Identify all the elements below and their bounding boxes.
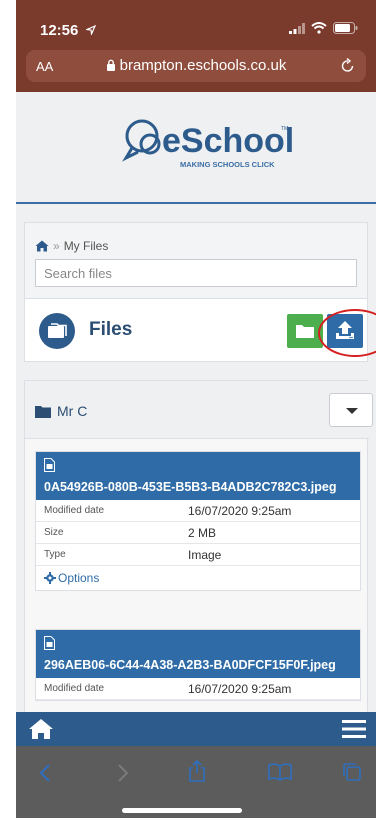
meta-label: Size xyxy=(44,527,64,538)
breadcrumb-current: My Files xyxy=(63,239,109,253)
site-header: eSchools TM MAKING SCHOOLS CLICK xyxy=(16,92,376,204)
options-link[interactable]: Options xyxy=(36,566,360,590)
meta-row-size: Size 2 MB xyxy=(36,522,360,544)
meta-value: 16/07/2020 9:25am xyxy=(188,504,292,518)
signal-icon xyxy=(289,22,305,34)
home-icon[interactable] xyxy=(28,718,54,740)
breadcrumb-separator: » xyxy=(53,239,60,253)
file-name[interactable]: 296AEB06-6C44-4A38-A2B3-BA0DFCF15F0F.jpe… xyxy=(44,658,336,672)
image-file-icon xyxy=(44,636,55,650)
file-card: 0A54926B-080B-453E-B5B3-B4ADB2C782C3.jpe… xyxy=(35,451,361,591)
meta-value: 16/07/2020 9:25am xyxy=(188,682,292,696)
folder-stack-icon xyxy=(39,313,75,349)
file-card: 296AEB06-6C44-4A38-A2B3-BA0DFCF15F0F.jpe… xyxy=(35,629,361,701)
battery-icon xyxy=(333,22,358,34)
file-card-header[interactable]: 0A54926B-080B-453E-B5B3-B4ADB2C782C3.jpe… xyxy=(36,452,360,500)
folder-label: Mr C xyxy=(35,403,87,419)
location-arrow-icon xyxy=(84,24,96,37)
meta-value: 2 MB xyxy=(188,526,217,540)
file-name[interactable]: 0A54926B-080B-453E-B5B3-B4ADB2C782C3.jpe… xyxy=(44,480,337,494)
files-header-panel: Files xyxy=(24,298,368,362)
search-input[interactable] xyxy=(35,259,357,287)
folder-section: Mr C 0A54926B-080B-453E-B5B3-B4ADB2C782C… xyxy=(24,380,373,740)
cog-icon xyxy=(44,572,56,584)
lock-icon xyxy=(106,59,115,71)
wifi-icon xyxy=(311,22,327,34)
folder-name: Mr C xyxy=(57,403,88,419)
status-bar: 12:56 xyxy=(16,0,376,46)
hamburger-menu-icon[interactable] xyxy=(342,719,366,739)
site-bottom-nav xyxy=(16,712,376,746)
meta-row-modified: Modified date 16/07/2020 9:25am xyxy=(36,500,360,522)
url-field[interactable]: brampton.eschools.co.uk xyxy=(26,57,366,74)
home-icon[interactable] xyxy=(35,240,49,252)
tabs-icon[interactable] xyxy=(342,762,362,782)
status-icons xyxy=(289,22,358,34)
browser-chrome: 12:56 AA brampton.eschools.co.uk xyxy=(16,0,376,92)
meta-row-type: Type Image xyxy=(36,544,360,566)
caret-down-icon xyxy=(346,408,358,414)
clock: 12:56 xyxy=(40,22,96,39)
home-indicator xyxy=(122,808,242,813)
logo-tagline: MAKING SCHOOLS CLICK xyxy=(180,160,275,169)
folder-icon xyxy=(35,405,51,418)
meta-value: Image xyxy=(188,548,222,562)
forward-icon[interactable] xyxy=(116,764,130,782)
clock-text: 12:56 xyxy=(40,22,79,39)
options-label: Options xyxy=(58,571,100,585)
address-bar[interactable]: AA brampton.eschools.co.uk xyxy=(26,50,366,82)
share-icon[interactable] xyxy=(188,760,206,782)
meta-label: Type xyxy=(44,549,66,560)
files-title: Files xyxy=(89,319,133,340)
page: 12:56 AA brampton.eschools.co.uk eSchool… xyxy=(16,0,376,818)
breadcrumb: » My Files xyxy=(35,239,108,253)
eschools-logo[interactable]: eSchools TM MAKING SCHOOLS CLICK xyxy=(118,114,313,176)
reload-icon[interactable] xyxy=(341,57,355,78)
meta-label: Modified date xyxy=(44,683,105,694)
url-text: brampton.eschools.co.uk xyxy=(119,57,287,74)
back-icon[interactable] xyxy=(38,764,52,782)
meta-row-modified: Modified date 16/07/2020 9:25am xyxy=(36,678,360,700)
bookmarks-icon[interactable] xyxy=(268,763,292,781)
meta-label: Modified date xyxy=(44,505,105,516)
breadcrumb-panel: » My Files xyxy=(24,222,368,302)
logo-trademark: TM xyxy=(281,126,288,132)
image-file-icon xyxy=(44,458,55,472)
file-card-header[interactable]: 296AEB06-6C44-4A38-A2B3-BA0DFCF15F0F.jpe… xyxy=(36,630,360,678)
folder-dropdown-button[interactable] xyxy=(329,393,373,427)
logo-wordmark: eSchools xyxy=(162,122,293,160)
folder-header[interactable]: Mr C xyxy=(25,381,373,439)
